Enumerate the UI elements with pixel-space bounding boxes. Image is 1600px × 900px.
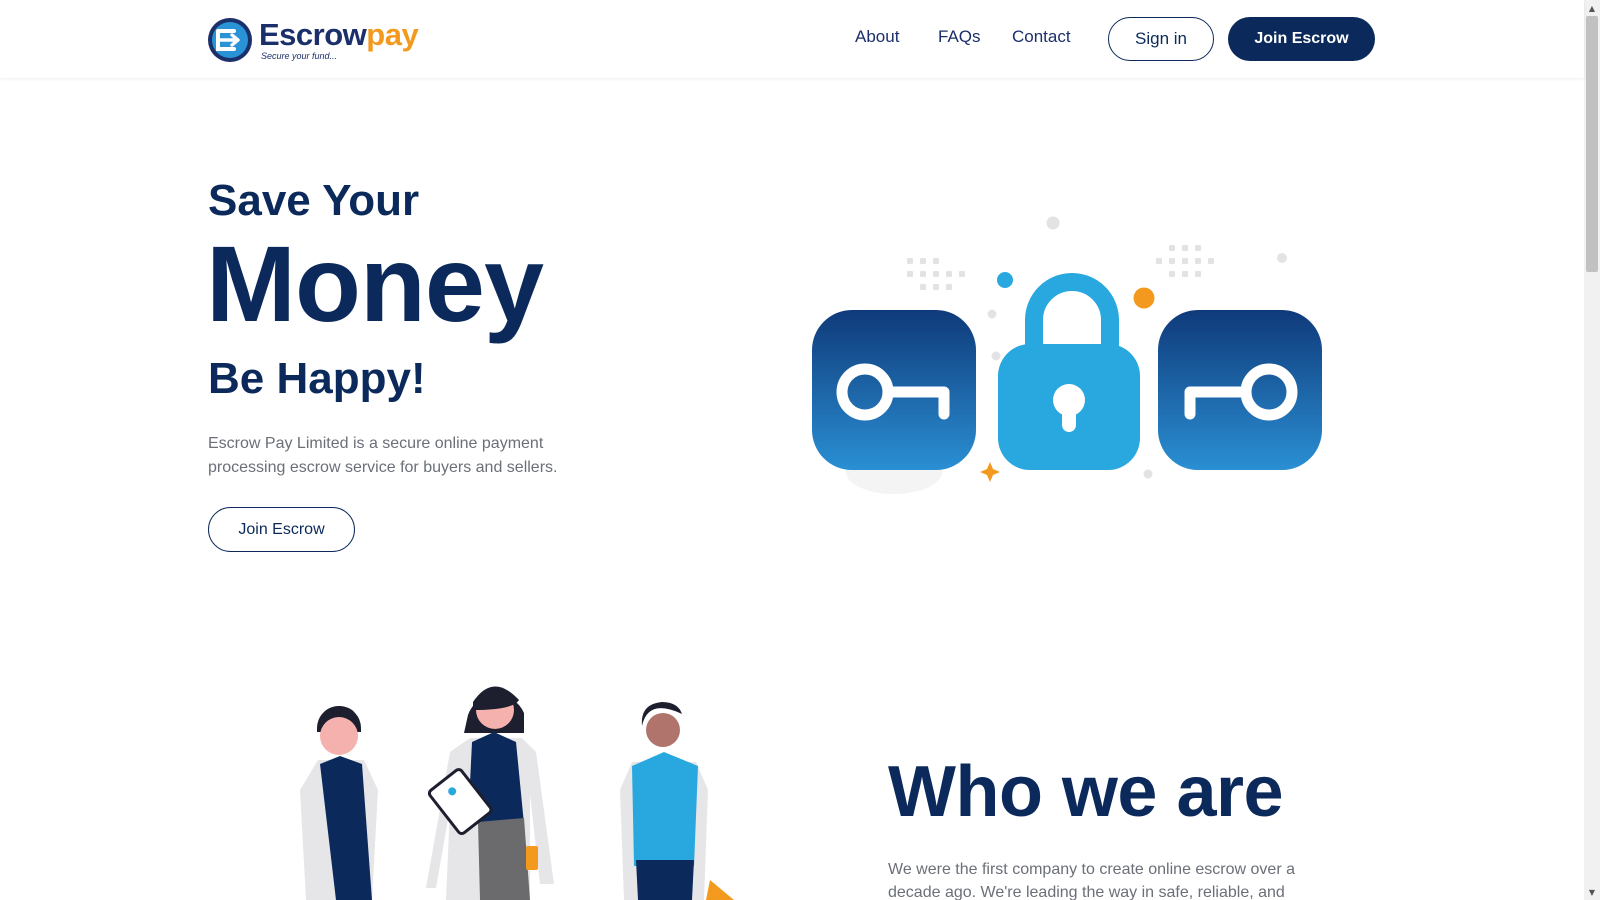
logo-wordmark: Escrowpay: [259, 17, 419, 52]
key-icon: [1158, 310, 1322, 470]
scroll-down-arrow-icon[interactable]: ▼: [1584, 884, 1600, 900]
who-we-are-text: We were the first company to create onli…: [888, 861, 1295, 900]
nav-link-contact[interactable]: Contact: [1012, 27, 1071, 47]
logo-mark-icon: [208, 18, 252, 62]
hero-heading-money: Money: [206, 223, 544, 344]
page-scrollbar[interactable]: ▲ ▼: [1584, 0, 1600, 900]
key-icon: [812, 310, 976, 470]
nav-link-faqs[interactable]: FAQs: [938, 27, 981, 47]
scroll-thumb[interactable]: [1586, 16, 1598, 272]
who-we-are-heading: Who we are: [888, 752, 1284, 832]
logo-tagline: Secure your fund...: [261, 51, 338, 61]
person-left: [300, 706, 378, 900]
person-middle: [426, 686, 554, 900]
hero-heading-line1: Save Your: [208, 176, 420, 225]
team-people-illustration: [300, 686, 734, 900]
join-escrow-hero-button[interactable]: Join Escrow: [208, 507, 355, 552]
sign-in-button[interactable]: Sign in: [1108, 17, 1214, 61]
person-right: [620, 702, 734, 900]
join-escrow-header-button[interactable]: Join Escrow: [1228, 17, 1375, 61]
scroll-up-arrow-icon[interactable]: ▲: [1584, 0, 1600, 16]
site-header: Escrowpay Secure your fund... About FAQs…: [0, 0, 1584, 78]
hero-description: Escrow Pay Limited is a secure online pa…: [208, 435, 558, 476]
hero-heading-line3: Be Happy!: [208, 354, 426, 403]
hero-lock-keys-illustration: [812, 216, 1322, 494]
nav-link-about[interactable]: About: [855, 27, 899, 47]
padlock-icon: [998, 273, 1140, 470]
escrowpay-logo[interactable]: Escrowpay Secure your fund...: [207, 16, 427, 64]
